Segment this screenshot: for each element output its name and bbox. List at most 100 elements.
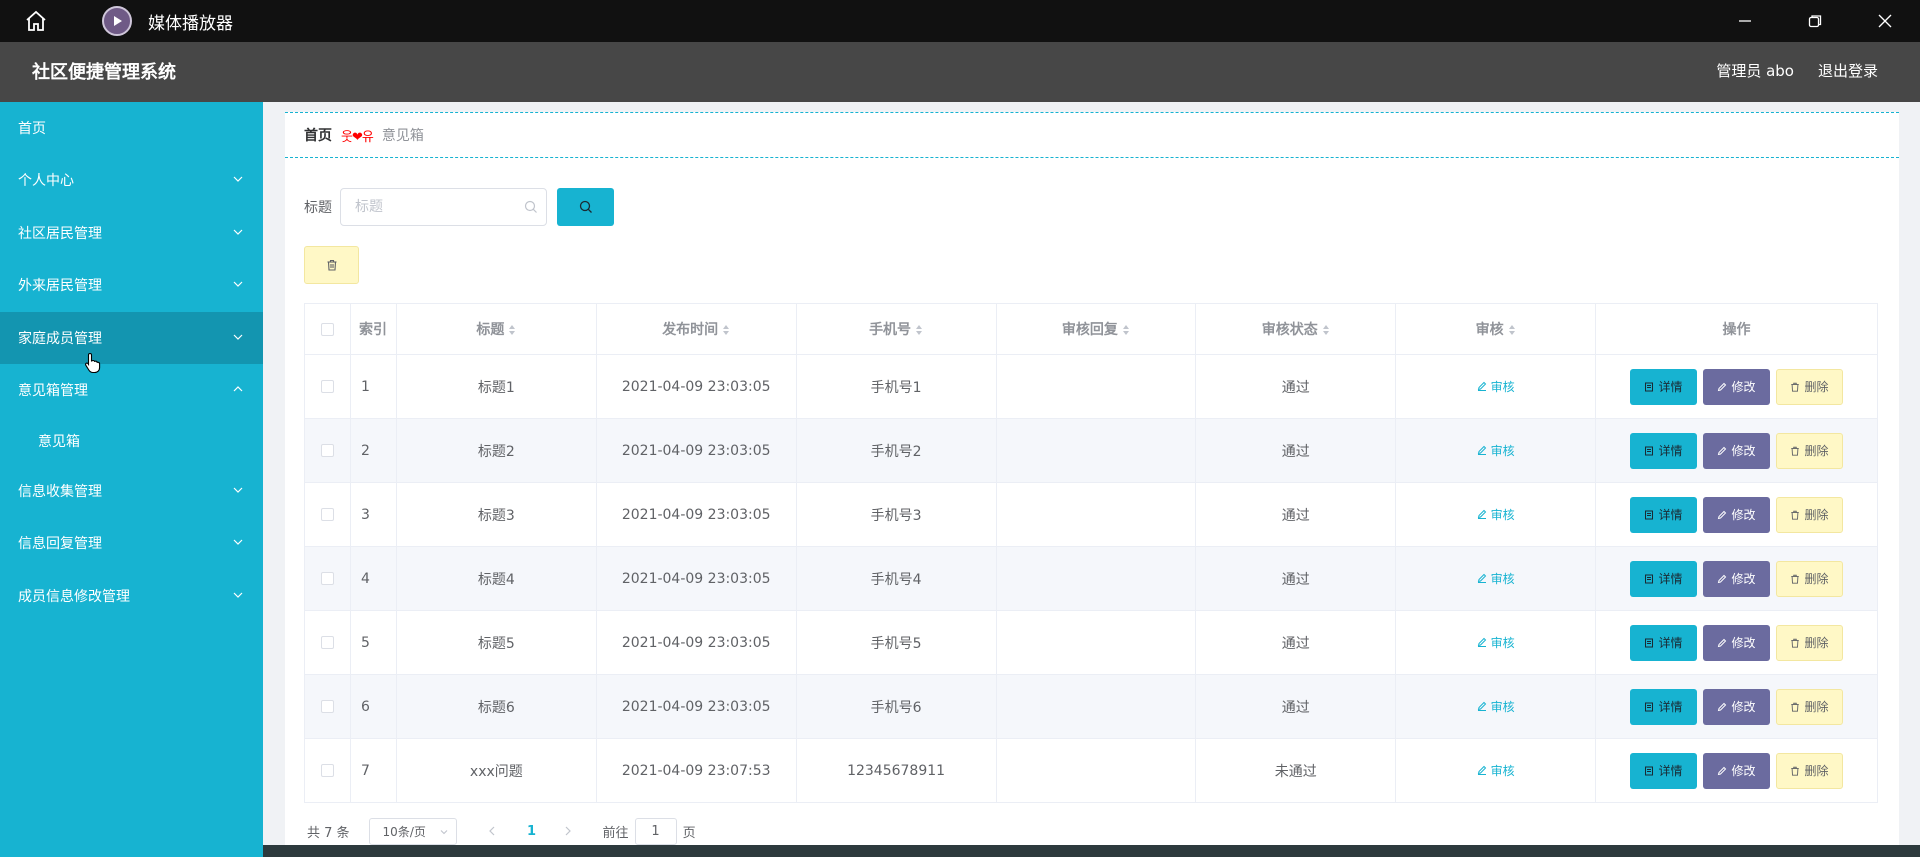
sidebar-item-info-collection[interactable]: 信息收集管理 [0, 465, 263, 518]
delete-button[interactable]: 删除 [1776, 688, 1843, 725]
delete-button[interactable]: 删除 [1776, 496, 1843, 533]
audit-button[interactable]: 审核 [1477, 762, 1515, 779]
row-checkbox-cell [304, 610, 351, 675]
audit-button[interactable]: 审核 [1477, 570, 1515, 587]
detail-button[interactable]: 详情 [1630, 624, 1697, 661]
trash-icon [1791, 766, 1800, 776]
audit-label: 审核 [1490, 571, 1515, 586]
delete-button[interactable]: 删除 [1776, 368, 1843, 405]
row-checkbox[interactable] [320, 636, 334, 649]
sidebar-item-member-info-edit[interactable]: 成员信息修改管理 [0, 570, 263, 623]
bottom-scrollbar-strip[interactable] [263, 845, 1920, 857]
search-button[interactable] [557, 188, 614, 226]
sidebar-item-label: 个人中心 [18, 173, 74, 190]
sort-icon [509, 325, 516, 335]
search-input[interactable] [355, 189, 525, 225]
edit-label: 修改 [1731, 444, 1756, 458]
cell-audit-status: 通过 [1195, 546, 1397, 611]
close-icon[interactable] [1850, 0, 1920, 42]
chevron-down-icon [233, 334, 243, 340]
cell-index: 2 [349, 418, 397, 483]
page-size-select[interactable]: 10条/页 [368, 817, 457, 845]
edit-label: 修改 [1731, 572, 1756, 586]
row-checkbox[interactable] [320, 444, 334, 457]
detail-button[interactable]: 详情 [1630, 752, 1697, 789]
sidebar-item-external-residents[interactable]: 外来居民管理 [0, 259, 263, 312]
sidebar-menu: 首页 个人中心 社区居民管理 外来居民管理 家庭成员管理 意见箱管理 意见箱 信… [0, 102, 263, 857]
delete-button[interactable]: 删除 [1776, 432, 1843, 469]
row-checkbox[interactable] [320, 700, 334, 713]
header-title[interactable]: 标题 [395, 303, 597, 355]
cell-publish-time: 2021-04-09 23:03:05 [595, 354, 797, 419]
minimize-icon[interactable] [1710, 0, 1780, 42]
sidebar-item-suggestion-box-management[interactable]: 意见箱管理 [0, 364, 263, 417]
detail-button[interactable]: 详情 [1630, 368, 1697, 405]
edit-button[interactable]: 修改 [1703, 624, 1770, 661]
goto-page-input[interactable] [634, 817, 677, 845]
row-checkbox[interactable] [320, 508, 334, 521]
cell-publish-time: 2021-04-09 23:03:05 [595, 674, 797, 739]
main-content: 首页 웃❤유 意见箱 标题 索引 标题 发布时间 [263, 102, 1920, 857]
delete-button[interactable]: 删除 [1776, 560, 1843, 597]
cell-phone: 手机号2 [795, 418, 997, 483]
sidebar-subitem-suggestion-box[interactable]: 意见箱 [0, 417, 263, 465]
cell-publish-time: 2021-04-09 23:07:53 [595, 738, 797, 803]
delete-label: 删除 [1804, 380, 1829, 394]
prev-page-button[interactable] [479, 826, 505, 836]
bulk-delete-button[interactable] [304, 246, 359, 284]
cell-audit-status: 通过 [1195, 354, 1397, 419]
home-icon[interactable] [18, 3, 54, 39]
sidebar-item-personal-center[interactable]: 个人中心 [0, 154, 263, 207]
detail-button[interactable]: 详情 [1630, 496, 1697, 533]
chevron-right-icon [565, 826, 571, 836]
detail-button[interactable]: 详情 [1630, 560, 1697, 597]
row-checkbox[interactable] [320, 764, 334, 777]
page-number-current[interactable]: 1 [519, 824, 545, 839]
row-checkbox[interactable] [320, 380, 334, 393]
cell-operations: 详情 修改 删除 [1595, 738, 1878, 803]
sidebar-item-family-members[interactable]: 家庭成员管理 [0, 311, 263, 364]
sidebar-item-label: 家庭成员管理 [18, 330, 102, 347]
next-page-button[interactable] [555, 826, 581, 836]
edit-button[interactable]: 修改 [1703, 560, 1770, 597]
edit-button[interactable]: 修改 [1703, 368, 1770, 405]
row-checkbox-cell [304, 546, 351, 611]
detail-button[interactable]: 详情 [1630, 432, 1697, 469]
header-audit[interactable]: 审核 [1395, 303, 1596, 355]
edit-button[interactable]: 修改 [1703, 688, 1770, 725]
header-phone[interactable]: 手机号 [795, 303, 997, 355]
page-size-value: 10条/页 [382, 824, 426, 839]
header-audit-reply[interactable]: 审核回复 [995, 303, 1197, 355]
delete-button[interactable]: 删除 [1776, 752, 1843, 789]
cell-audit: 审核 [1395, 674, 1596, 739]
sidebar-item-community-residents[interactable]: 社区居民管理 [0, 207, 263, 260]
edit-icon [1477, 510, 1486, 520]
audit-label: 审核 [1490, 507, 1515, 522]
breadcrumb-home[interactable]: 首页 [304, 125, 332, 145]
cell-audit: 审核 [1395, 610, 1596, 675]
detail-button[interactable]: 详情 [1630, 688, 1697, 725]
trash-icon [1791, 510, 1800, 520]
edit-button[interactable]: 修改 [1703, 752, 1770, 789]
audit-button[interactable]: 审核 [1477, 698, 1515, 715]
header-publish-time[interactable]: 发布时间 [595, 303, 797, 355]
restore-icon[interactable] [1780, 0, 1850, 42]
edit-button[interactable]: 修改 [1703, 496, 1770, 533]
sidebar-item-home[interactable]: 首页 [0, 102, 263, 154]
cell-phone: 手机号3 [795, 482, 997, 547]
select-all-checkbox[interactable] [320, 322, 334, 336]
delete-button[interactable]: 删除 [1776, 624, 1843, 661]
table-row: 5 标题5 2021-04-09 23:03:05 手机号5 通过 审核 详情 修改 删除 [304, 610, 1878, 675]
audit-button[interactable]: 审核 [1477, 442, 1515, 459]
table-header-row: 索引 标题 发布时间 手机号 审核回复 审核状态 审核 操作 [304, 303, 1878, 355]
row-checkbox[interactable] [320, 572, 334, 585]
logout-link[interactable]: 退出登录 [1818, 60, 1878, 81]
sidebar-item-info-reply[interactable]: 信息回复管理 [0, 517, 263, 570]
header-audit-status[interactable]: 审核状态 [1195, 303, 1397, 355]
edit-label: 修改 [1731, 380, 1756, 394]
edit-button[interactable]: 修改 [1703, 432, 1770, 469]
chevron-down-icon [233, 592, 243, 598]
audit-button[interactable]: 审核 [1477, 506, 1515, 523]
audit-button[interactable]: 审核 [1477, 378, 1515, 395]
audit-button[interactable]: 审核 [1477, 634, 1515, 651]
